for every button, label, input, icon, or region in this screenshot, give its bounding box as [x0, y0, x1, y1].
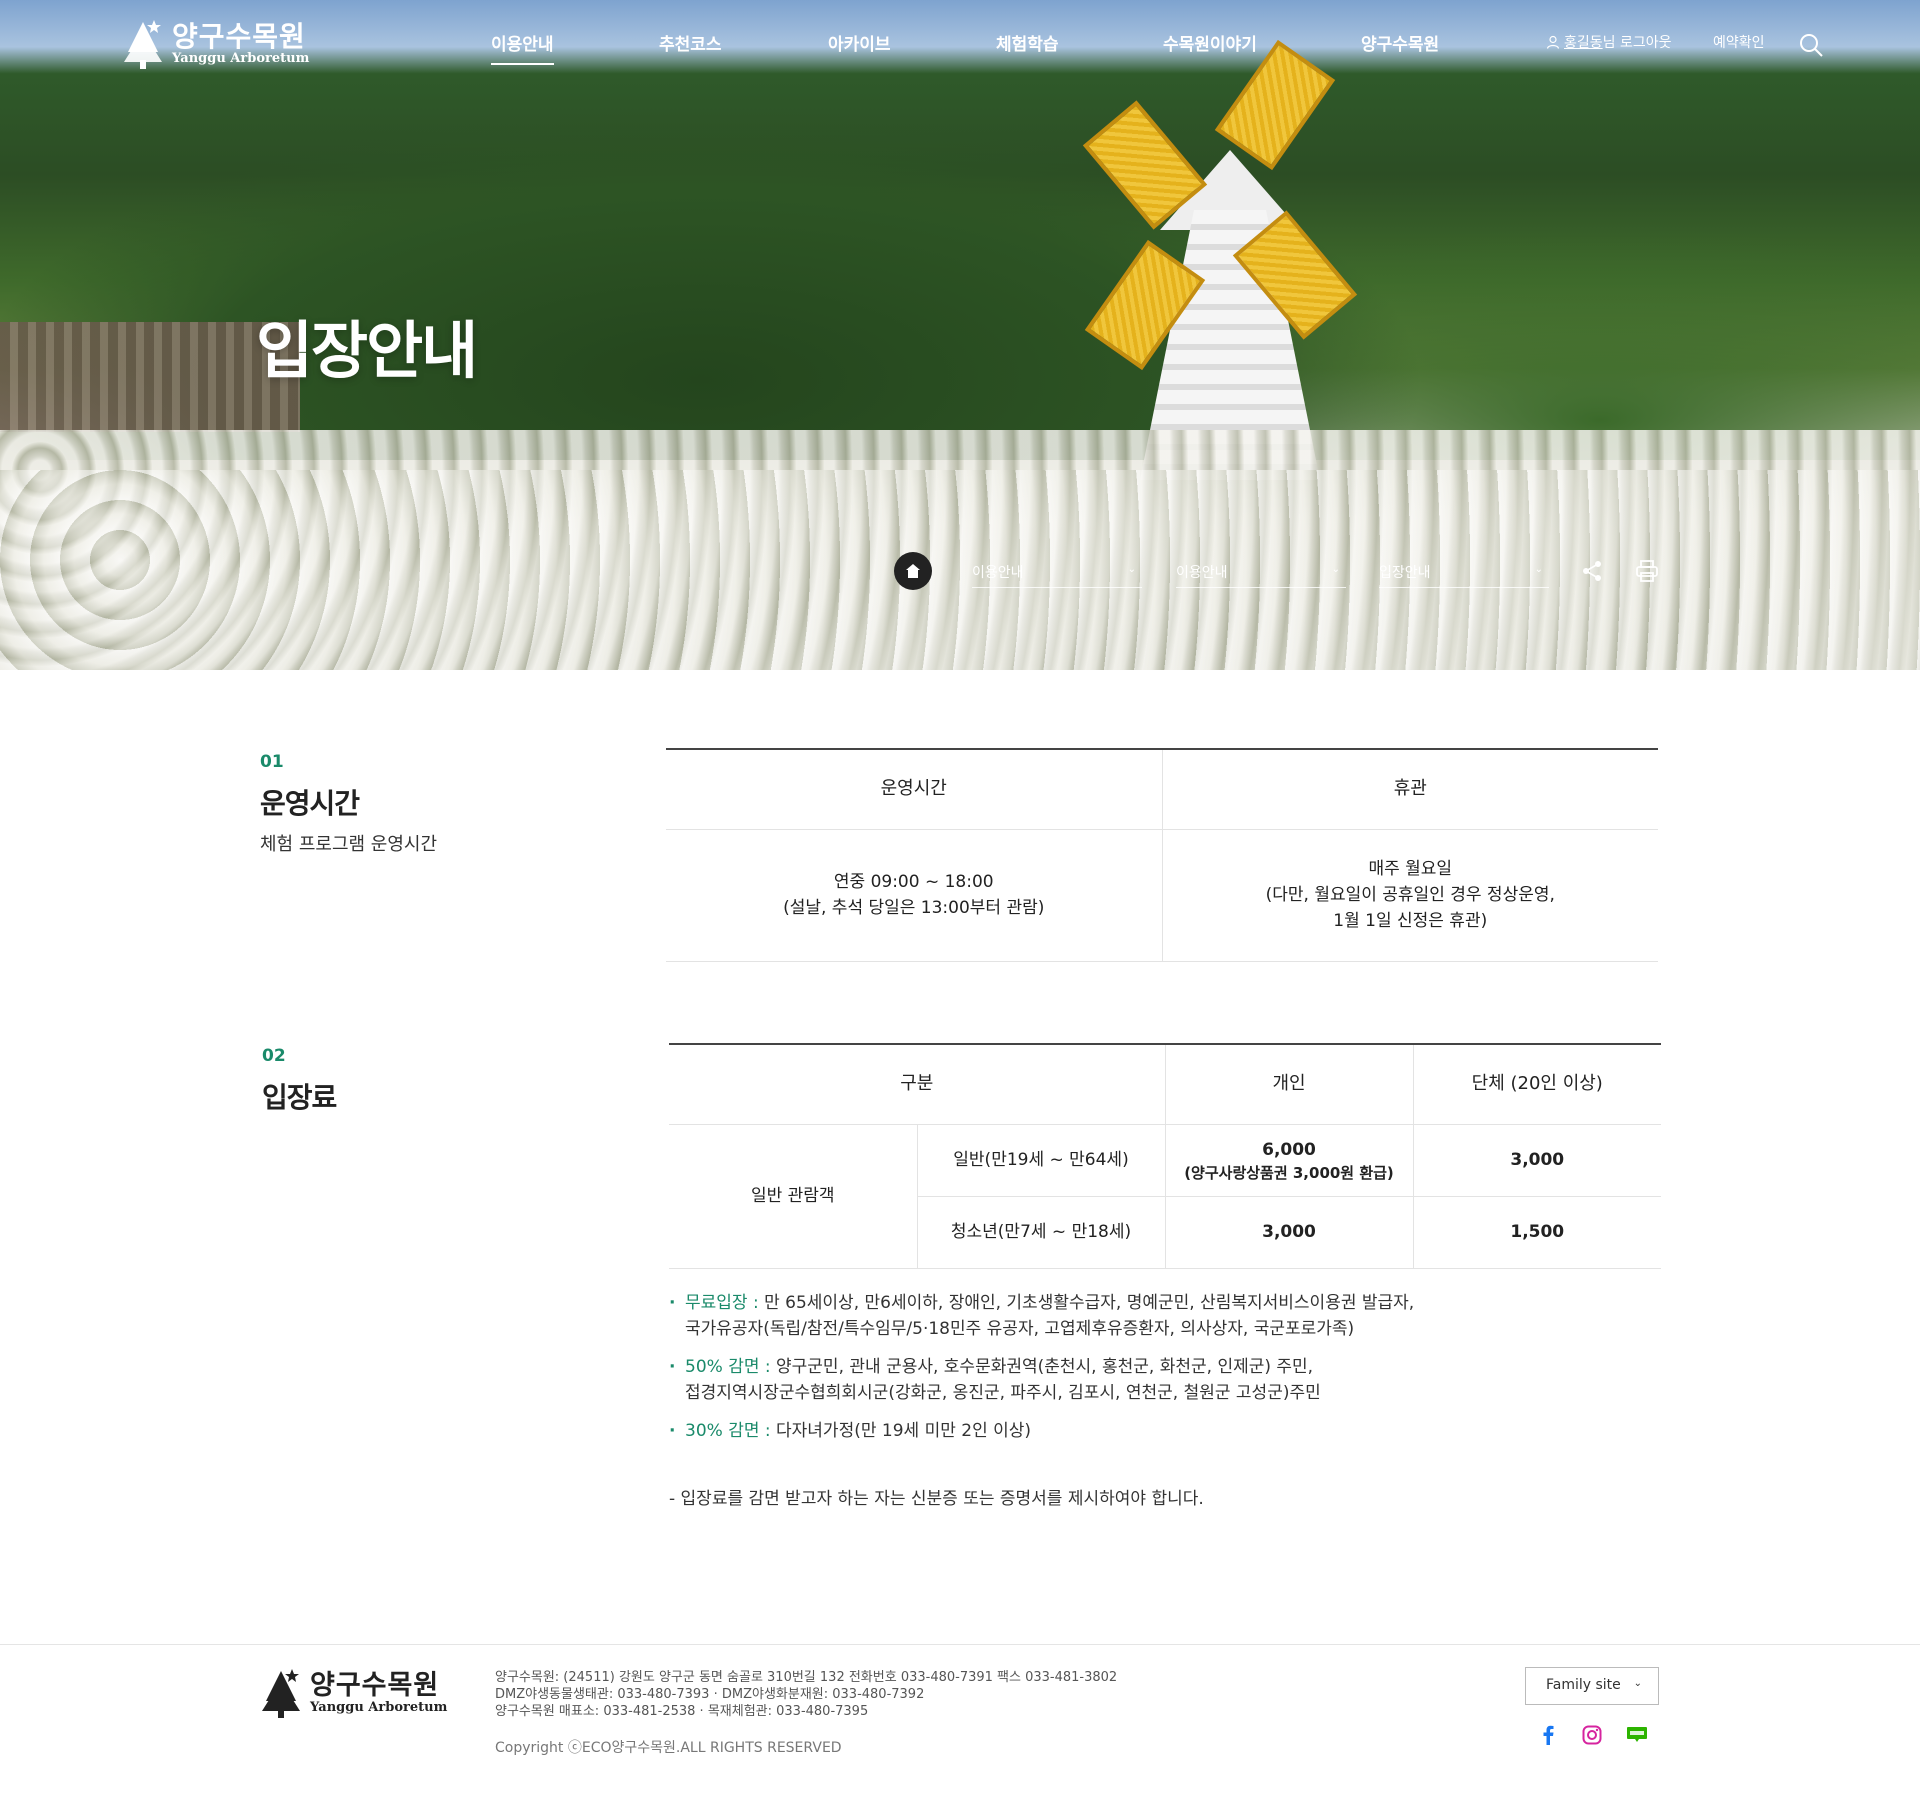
- table-cell-label: 일반(만19세 ~ 만64세): [916, 1124, 1165, 1197]
- family-site-select[interactable]: Family site ⌄: [1525, 1667, 1659, 1705]
- footer: 양구수목원 Yanggu Arboretum 양구수목원: (24511) 강원…: [0, 1644, 1920, 1799]
- table-row: 일반 관람객 일반(만19세 ~ 만64세) 6,000 (양구사랑상품권 3,…: [669, 1124, 1661, 1269]
- home-button[interactable]: [894, 552, 932, 590]
- section-title-hours: 운영시간: [260, 787, 360, 820]
- nav-item-course[interactable]: 추천코스: [659, 30, 722, 55]
- table-header: 단체 (20인 이상): [1412, 1044, 1661, 1125]
- chevron-down-icon: ⌄: [1633, 1678, 1642, 1689]
- logout-link[interactable]: 로그아웃: [1620, 35, 1672, 51]
- nav-item-arboretum[interactable]: 양구수목원: [1361, 30, 1439, 55]
- hero-banner: 양구수목원 Yanggu Arboretum 이용안내 추천코스 아카이브 체험…: [0, 0, 1920, 670]
- hours-table: 운영시간 휴관 연중 09:00 ~ 18:00 (설날, 추석 당일은 13:…: [666, 748, 1658, 962]
- table-cell-group-fee: 1,500: [1412, 1196, 1661, 1269]
- fee-notes: 무료입장 : 만 65세이상, 만6세이하, 장애인, 기초생활수급자, 명예군…: [669, 1290, 1669, 1512]
- blog-icon[interactable]: [1625, 1723, 1649, 1747]
- nav-item-story[interactable]: 수목원이야기: [1163, 30, 1257, 55]
- user-name: 홍길동: [1564, 35, 1603, 51]
- discount-warning: - 입장료를 감면 받고자 하는 자는 신분증 또는 증명서를 제시하여야 합니…: [669, 1489, 1204, 1509]
- user-icon: [1546, 35, 1560, 49]
- table-cell-label: 청소년(만7세 ~ 만18세): [916, 1196, 1165, 1269]
- table-header: 구분: [669, 1044, 1165, 1125]
- user-menu: 홍길동님 로그아웃: [1546, 32, 1672, 52]
- table-header: 휴관: [1161, 749, 1658, 830]
- list-item: 무료입장 : 만 65세이상, 만6세이하, 장애인, 기초생활수급자, 명예군…: [669, 1290, 1669, 1342]
- chevron-down-icon: ⌄: [1331, 564, 1340, 575]
- table-header: 개인: [1164, 1044, 1413, 1125]
- breadcrumb-select-depth2[interactable]: 이용안내 ⌄: [1176, 556, 1346, 588]
- reservation-link[interactable]: 예약확인: [1713, 32, 1765, 52]
- section-title-fee: 입장료: [262, 1081, 337, 1114]
- fee-table: 구분 개인 단체 (20인 이상) 일반 관람객 일반(만19세 ~ 만64세)…: [669, 1043, 1661, 1269]
- section-number: 01: [260, 752, 284, 772]
- list-item: 30% 감면 : 다자녀가정(만 19세 미만 2인 이상): [669, 1418, 1669, 1444]
- nav-item-guide[interactable]: 이용안내: [491, 30, 554, 65]
- table-header: 운영시간: [666, 749, 1162, 830]
- nav-item-experience[interactable]: 체험학습: [996, 30, 1059, 55]
- section-number: 02: [262, 1046, 286, 1066]
- breadcrumb-select-depth3[interactable]: 입장안내 ⌄: [1379, 556, 1549, 588]
- table-cell-closed: 매주 월요일 (다만, 월요일이 공휴일인 경우 정상운영, 1월 1일 신정은…: [1161, 829, 1658, 962]
- table-cell-personal: 3,000: [1164, 1196, 1413, 1269]
- print-icon[interactable]: [1634, 558, 1660, 584]
- table-cell-group-fee: 3,000: [1412, 1124, 1661, 1197]
- footer-copyright: Copyright ⓒECO양구수목원.ALL RIGHTS RESERVED: [495, 1740, 842, 1756]
- list-item: 50% 감면 : 양구군민, 관내 군용사, 호수문화권역(춘천시, 홍천군, …: [669, 1354, 1669, 1406]
- facebook-icon[interactable]: [1536, 1723, 1560, 1747]
- instagram-icon[interactable]: [1580, 1723, 1604, 1747]
- logo-tree-icon: [262, 1669, 300, 1718]
- home-icon: [906, 564, 920, 578]
- table-cell-hours: 연중 09:00 ~ 18:00 (설날, 추석 당일은 13:00부터 관람): [666, 829, 1162, 962]
- search-icon[interactable]: [1798, 32, 1824, 58]
- breadcrumb-select-depth1[interactable]: 이용안내 ⌄: [972, 556, 1142, 588]
- hero-pergola-image: [0, 322, 300, 432]
- footer-contact-info: 양구수목원: (24511) 강원도 양구군 동면 숨골로 310번길 132 …: [495, 1670, 1118, 1719]
- section-desc-hours: 체험 프로그램 운영시간: [260, 834, 438, 855]
- chevron-down-icon: ⌄: [1127, 564, 1136, 575]
- footer-logo[interactable]: 양구수목원 Yanggu Arboretum: [258, 1667, 447, 1719]
- share-icon[interactable]: [1579, 558, 1605, 584]
- table-cell-personal: 6,000 (양구사랑상품권 3,000원 환급): [1164, 1124, 1413, 1197]
- table-cell-group: 일반 관람객: [669, 1124, 917, 1269]
- hero-windmill-image: [1082, 39, 1358, 480]
- nav-item-archive[interactable]: 아카이브: [828, 30, 891, 55]
- page-title: 입장안내: [256, 314, 478, 387]
- chevron-down-icon: ⌄: [1534, 564, 1543, 575]
